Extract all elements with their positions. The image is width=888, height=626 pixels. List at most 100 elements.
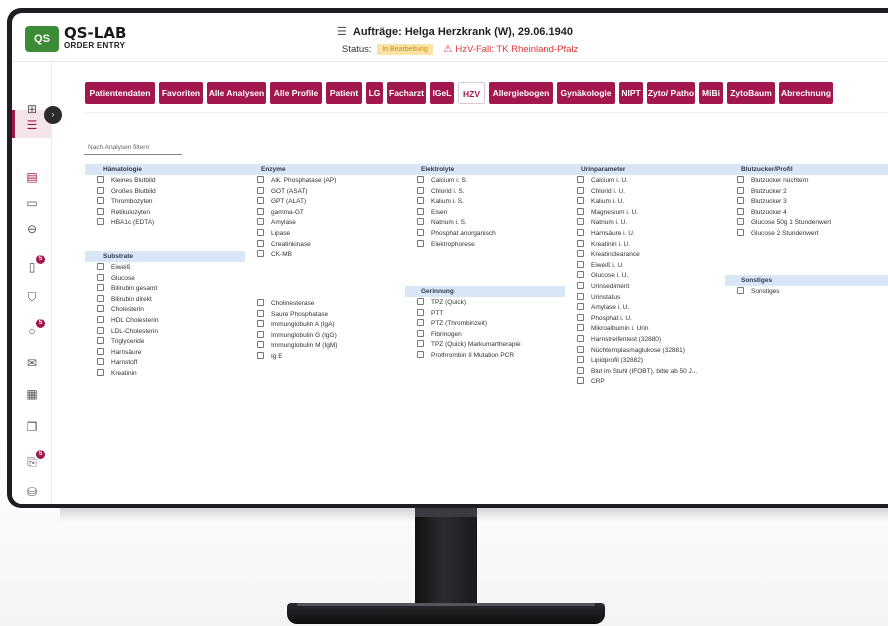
analysis-option[interactable]: CRP: [577, 377, 605, 387]
tab-gynaekologie[interactable]: Gynäkologie: [557, 82, 615, 104]
analysis-option[interactable]: Harnstreifentest (32880): [577, 335, 661, 345]
flask-icon[interactable]: ⊖: [24, 222, 40, 236]
analysis-option[interactable]: Chlorid i. U.: [577, 186, 625, 197]
tab-lg[interactable]: LG: [366, 82, 383, 104]
analysis-checkbox[interactable]: [97, 263, 104, 270]
analysis-option[interactable]: Alk. Phosphatase (AP): [257, 176, 336, 186]
analysis-checkbox[interactable]: [577, 260, 584, 268]
analysis-checkbox[interactable]: [737, 197, 744, 205]
analysis-option[interactable]: TPZ (Quick) Markumartherapie: [417, 340, 521, 350]
analysis-option[interactable]: Kreatinin i. U.: [577, 239, 630, 250]
analysis-option[interactable]: PTZ (Thrombinzeit): [417, 319, 487, 329]
analysis-option[interactable]: Eiweiß i. U.: [577, 260, 624, 271]
analysis-checkbox[interactable]: [417, 329, 424, 337]
analysis-option[interactable]: Thrombozyten: [97, 197, 153, 207]
analysis-option[interactable]: TPZ (Quick): [417, 298, 466, 308]
analysis-checkbox[interactable]: [737, 287, 744, 294]
analysis-option[interactable]: Lipase: [257, 229, 290, 239]
analysis-option[interactable]: Blutzucker 3: [737, 197, 787, 207]
analysis-option[interactable]: Glucose 50g 1 Stundenwert: [737, 218, 831, 228]
analysis-option[interactable]: PTT: [417, 308, 443, 319]
analysis-checkbox[interactable]: [97, 347, 104, 355]
tab-abrechnung[interactable]: Abrechnung: [779, 82, 833, 104]
analysis-checkbox[interactable]: [97, 294, 104, 302]
analysis-checkbox[interactable]: [97, 207, 104, 215]
sidebar-collapse-button[interactable]: ›: [44, 106, 62, 124]
analysis-option[interactable]: Blutzucker nüchtern: [737, 176, 808, 186]
tab-favoriten[interactable]: Favoriten: [159, 82, 203, 104]
analysis-option[interactable]: Phosphat anorganisch: [417, 229, 496, 239]
analysis-option[interactable]: GOT (ASAT): [257, 186, 308, 197]
analysis-option[interactable]: Bilirubin gesamt: [97, 284, 157, 294]
analysis-checkbox[interactable]: [417, 218, 424, 226]
analysis-option[interactable]: HBA1c (EDTA): [97, 218, 154, 228]
analysis-checkbox[interactable]: [97, 176, 104, 183]
analysis-checkbox[interactable]: [417, 308, 424, 316]
analysis-checkbox[interactable]: [577, 250, 584, 258]
analysis-option[interactable]: Retikulozyten: [97, 207, 150, 218]
analysis-checkbox[interactable]: [577, 229, 584, 236]
analysis-filter-input[interactable]: Nach Analysen filtern: [84, 141, 182, 155]
analysis-option[interactable]: Glucose: [97, 273, 135, 284]
analysis-checkbox[interactable]: [577, 207, 584, 215]
analysis-checkbox[interactable]: [257, 207, 264, 215]
analysis-checkbox[interactable]: [417, 298, 424, 305]
analysis-checkbox[interactable]: [257, 352, 264, 359]
analysis-option[interactable]: Bilirubin direkt: [97, 294, 152, 305]
analysis-option[interactable]: Glucose 2 Stundenwert: [737, 229, 819, 239]
analysis-checkbox[interactable]: [97, 316, 104, 323]
analysis-checkbox[interactable]: [577, 197, 584, 205]
analysis-option[interactable]: Blutzucker 2: [737, 186, 787, 197]
analysis-option[interactable]: Calcium i. U.: [577, 176, 628, 186]
form-icon[interactable]: ▤: [24, 170, 40, 184]
mail-icon[interactable]: ✉: [24, 356, 40, 370]
analysis-checkbox[interactable]: [257, 197, 264, 205]
tab-mibi[interactable]: MiBi: [699, 82, 723, 104]
analysis-option[interactable]: Mikroalbumin i. Urin: [577, 324, 648, 334]
analysis-checkbox[interactable]: [417, 207, 424, 215]
analysis-checkbox[interactable]: [577, 335, 584, 342]
analysis-checkbox[interactable]: [97, 337, 104, 345]
analysis-checkbox[interactable]: [737, 229, 744, 236]
analysis-checkbox[interactable]: [257, 320, 264, 328]
analysis-option[interactable]: Blutzucker 4: [737, 207, 787, 218]
analysis-checkbox[interactable]: [577, 218, 584, 226]
chat-icon[interactable]: ▭: [24, 196, 40, 210]
analysis-option[interactable]: Calcium i. S.: [417, 176, 467, 186]
analysis-checkbox[interactable]: [257, 176, 264, 183]
tab-patientendaten[interactable]: Patientendaten: [85, 82, 155, 104]
analysis-checkbox[interactable]: [577, 186, 584, 194]
analysis-option[interactable]: GPT (ALAT): [257, 197, 306, 207]
analysis-option[interactable]: Triglyceride: [97, 337, 144, 347]
analysis-checkbox[interactable]: [417, 176, 424, 183]
analysis-option[interactable]: Fibrinogen: [417, 329, 462, 340]
analysis-option[interactable]: Elektrophorese: [417, 239, 475, 250]
analysis-option[interactable]: Harnsäure: [97, 347, 141, 358]
analysis-option[interactable]: Großes Blutbild: [97, 186, 156, 197]
analysis-option[interactable]: Kreatinin: [97, 369, 137, 379]
analysis-option[interactable]: Nüchternplasmaglukose (32881): [577, 345, 685, 356]
analysis-checkbox[interactable]: [577, 377, 584, 385]
analysis-option[interactable]: Ig E: [257, 352, 283, 362]
analysis-checkbox[interactable]: [577, 292, 584, 300]
analysis-checkbox[interactable]: [97, 326, 104, 334]
tab-alle-profile[interactable]: Alle Profile: [270, 82, 322, 104]
analysis-option[interactable]: Kalium i. U.: [577, 197, 624, 207]
analysis-option[interactable]: Immunglobulin A (IgA): [257, 320, 335, 330]
analysis-option[interactable]: Amylase i. U.: [577, 303, 629, 313]
analysis-option[interactable]: HDL Cholesterin: [97, 316, 158, 326]
tab-patient[interactable]: Patient: [326, 82, 362, 104]
analysis-option[interactable]: Harnstoff: [97, 358, 137, 368]
analysis-checkbox[interactable]: [97, 358, 104, 366]
analysis-option[interactable]: CK-MB: [257, 250, 292, 260]
tab-nipt[interactable]: NIPT: [619, 82, 643, 104]
analysis-option[interactable]: Chlorid i. S.: [417, 186, 465, 197]
tab-hzv[interactable]: HZV: [458, 82, 485, 104]
analysis-option[interactable]: Harnsäure i. U.: [577, 229, 635, 239]
analysis-checkbox[interactable]: [97, 273, 104, 281]
analysis-checkbox[interactable]: [577, 313, 584, 321]
analysis-option[interactable]: Natrium i. U.: [577, 218, 627, 228]
analysis-checkbox[interactable]: [97, 197, 104, 205]
analysis-checkbox[interactable]: [97, 186, 104, 194]
tab-igel[interactable]: IGeL: [430, 82, 454, 104]
